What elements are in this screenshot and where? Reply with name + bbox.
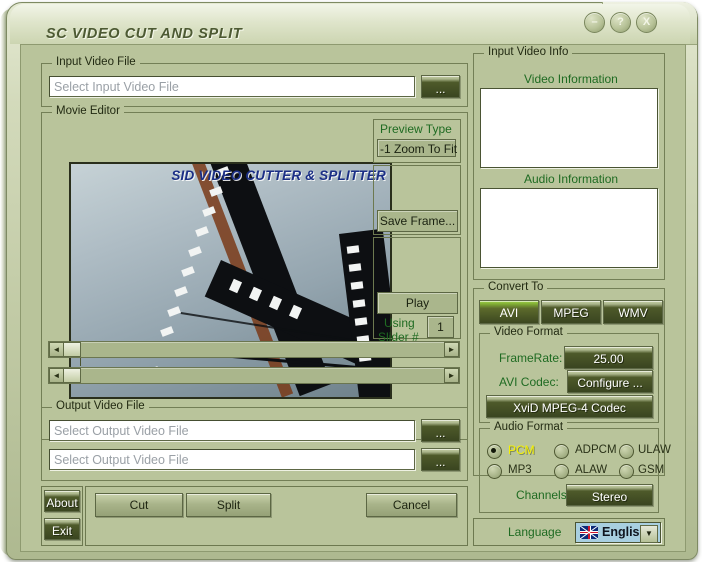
- sprocket-hole: [188, 246, 202, 257]
- sprocket-hole: [195, 226, 209, 237]
- window-controls: – ? X: [584, 12, 660, 34]
- output-video-file-input-2[interactable]: Select Output Video File: [49, 449, 415, 470]
- uk-flag-icon: [580, 526, 598, 539]
- language-label: Language: [508, 525, 562, 539]
- slider-left-arrow-icon[interactable]: ◄: [49, 342, 64, 357]
- output-video-file-browse-button-2[interactable]: ...: [421, 448, 460, 471]
- sprocket-hole: [167, 306, 181, 317]
- input-video-file-placeholder: Select Input Video File: [54, 80, 179, 94]
- sprocket-hole: [174, 286, 188, 297]
- video-information-box: [480, 88, 658, 168]
- radio-mp3[interactable]: [487, 464, 502, 479]
- language-panel: Language English ▼: [473, 518, 665, 546]
- minimize-button[interactable]: –: [584, 12, 605, 33]
- radio-ulaw[interactable]: [619, 444, 634, 459]
- save-frame-button[interactable]: Save Frame...: [377, 210, 458, 232]
- radio-mp3-label: MP3: [508, 464, 532, 476]
- play-button[interactable]: Play: [377, 292, 458, 314]
- input-video-info-group-title: Input Video Info: [484, 46, 573, 58]
- client-area: Input Video File Select Input Video File…: [20, 44, 686, 552]
- output-video-file-placeholder-1: Select Output Video File: [54, 424, 189, 438]
- convert-to-group-title: Convert To: [484, 281, 548, 293]
- end-slider-thumb[interactable]: [63, 368, 81, 383]
- about-button[interactable]: About: [44, 490, 80, 512]
- command-button-panel: Cut Split Cancel: [85, 486, 468, 546]
- radio-adpcm[interactable]: [554, 444, 569, 459]
- radio-gsm-label: GSM: [638, 464, 665, 476]
- slider-number-value[interactable]: 1: [427, 316, 454, 338]
- radio-alaw-label: ALAW: [575, 464, 608, 476]
- radio-ulaw-label: ULAW: [638, 444, 671, 456]
- audio-information-box: [480, 188, 658, 268]
- sprocket-hole: [348, 263, 362, 272]
- sprocket-hole: [346, 245, 360, 254]
- cancel-button[interactable]: Cancel: [366, 493, 457, 517]
- split-button[interactable]: Split: [186, 493, 271, 517]
- start-position-slider[interactable]: ◄ ►: [48, 341, 460, 358]
- start-slider-thumb[interactable]: [63, 342, 81, 357]
- sprocket-hole: [160, 326, 174, 337]
- close-button[interactable]: X: [636, 12, 657, 33]
- radio-adpcm-label: ADPCM: [575, 444, 617, 456]
- audio-information-label: Audio Information: [524, 172, 619, 186]
- convert-tab-mpeg[interactable]: MPEG: [541, 300, 601, 324]
- convert-tab-wmv[interactable]: WMV: [603, 300, 663, 324]
- output-video-file-group-title: Output Video File: [52, 400, 149, 412]
- output-video-file-browse-button-1[interactable]: ...: [421, 419, 460, 442]
- configure-codec-button[interactable]: Configure ...: [567, 370, 653, 393]
- codec-name-button[interactable]: XviD MPEG-4 Codec: [486, 395, 653, 418]
- sprocket-hole: [350, 281, 364, 290]
- radio-gsm[interactable]: [619, 464, 634, 479]
- preview-type-select[interactable]: -1 Zoom To Fit: [377, 139, 457, 157]
- framerate-label: FrameRate:: [499, 351, 563, 365]
- exit-button[interactable]: Exit: [44, 518, 80, 540]
- input-video-file-input[interactable]: Select Input Video File: [49, 76, 415, 97]
- chevron-down-icon[interactable]: ▼: [640, 525, 658, 543]
- radio-pcm-label: PCM: [508, 443, 535, 457]
- language-select[interactable]: English ▼: [575, 522, 661, 543]
- sprocket-hole: [181, 266, 195, 277]
- convert-tab-avi[interactable]: AVI: [479, 300, 539, 324]
- avi-codec-label: AVI Codec:: [499, 375, 559, 389]
- channels-label: Channels:: [516, 488, 571, 502]
- video-format-group-title: Video Format: [490, 326, 567, 338]
- framerate-value[interactable]: 25.00: [564, 346, 653, 369]
- preview-type-label: Preview Type: [380, 122, 452, 136]
- radio-alaw[interactable]: [554, 464, 569, 479]
- preview-overlay-title: SID VIDEO CUTTER & SPLITTER: [171, 168, 386, 183]
- window-title: SC VIDEO CUT AND SPLIT: [46, 26, 243, 42]
- preview-type-panel: Preview Type -1 Zoom To Fit: [373, 119, 461, 163]
- slider-right-arrow-icon[interactable]: ►: [444, 368, 459, 383]
- sprocket-hole: [352, 299, 366, 308]
- movie-editor-group-title: Movie Editor: [52, 105, 124, 117]
- end-position-slider[interactable]: ◄ ►: [48, 367, 460, 384]
- slider-left-arrow-icon[interactable]: ◄: [49, 368, 64, 383]
- help-button[interactable]: ?: [610, 12, 631, 33]
- audio-format-group-title: Audio Format: [490, 421, 568, 433]
- video-preview[interactable]: SID VIDEO CUTTER & SPLITTER: [69, 162, 392, 399]
- output-video-file-placeholder-2: Select Output Video File: [54, 453, 189, 467]
- output-video-file-input-1[interactable]: Select Output Video File: [49, 420, 415, 441]
- sprocket-hole: [354, 317, 368, 326]
- application-window: SC VIDEO CUT AND SPLIT – ? X Input Video…: [0, 0, 702, 562]
- video-information-label: Video Information: [524, 72, 618, 86]
- cut-button[interactable]: Cut: [95, 493, 183, 517]
- using-slider-label-line1: Using: [384, 316, 415, 330]
- input-video-file-group-title: Input Video File: [52, 56, 140, 68]
- channels-value[interactable]: Stereo: [566, 484, 653, 506]
- input-video-file-browse-button[interactable]: ...: [421, 75, 460, 98]
- save-frame-panel: Save Frame...: [373, 165, 461, 235]
- slider-right-arrow-icon[interactable]: ►: [444, 342, 459, 357]
- radio-pcm[interactable]: [487, 444, 502, 459]
- play-panel: Play Using Slider # 1: [373, 237, 461, 344]
- about-exit-panel: About Exit: [41, 486, 83, 546]
- slider-tick-mark: [80, 358, 81, 366]
